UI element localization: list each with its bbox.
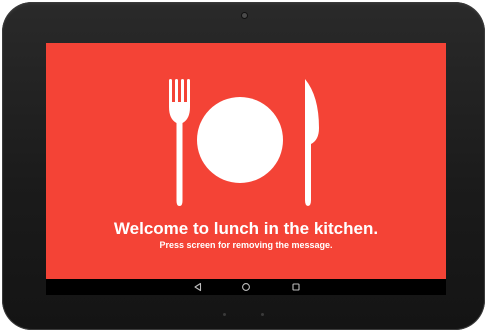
plate-icon [197,97,283,183]
back-triangle-icon [194,282,202,292]
navigation-bar [46,279,446,295]
knife-icon [305,79,319,206]
home-button[interactable] [240,282,252,292]
page: Welcome to lunch in the kitchen. Press s… [0,0,487,332]
welcome-title: Welcome to lunch in the kitchen. [113,219,379,238]
bezel-dot-left [223,313,226,316]
fork-icon [169,79,190,206]
message-screen[interactable]: Welcome to lunch in the kitchen. Press s… [46,43,446,279]
front-camera [242,13,247,18]
bezel-dot-right [261,313,264,316]
back-button[interactable] [192,282,204,292]
home-circle-icon [242,283,250,291]
tablet-screen: Welcome to lunch in the kitchen. Press s… [46,43,446,295]
recents-button[interactable] [290,282,302,292]
welcome-subtitle: Press screen for removing the message. [159,240,333,250]
fork-plate-knife-icon [169,79,319,206]
recents-square-icon [292,283,300,291]
tablet-frame: Welcome to lunch in the kitchen. Press s… [2,2,485,330]
